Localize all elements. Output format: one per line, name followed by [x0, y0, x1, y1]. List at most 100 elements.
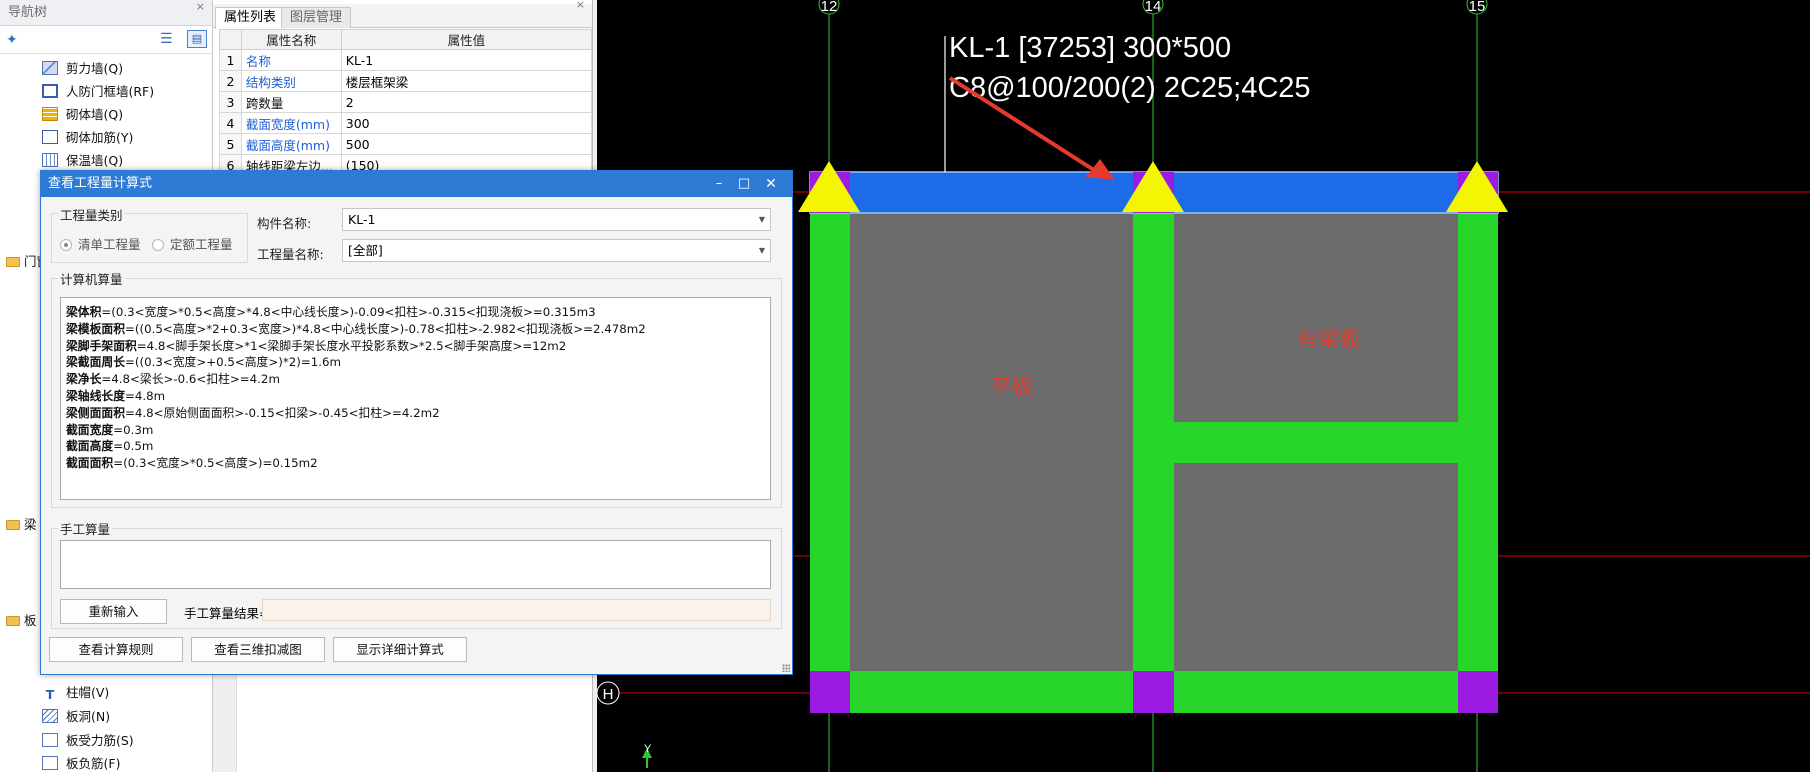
- nav-item-civil-defense-door-wall[interactable]: 人防门框墙(RF): [42, 81, 154, 103]
- nav-item-insulation-wall[interactable]: 保温墙(Q): [42, 150, 123, 172]
- reenter-button[interactable]: 重新输入: [60, 599, 167, 624]
- sparkle-add-icon[interactable]: ✦: [6, 32, 18, 48]
- dialog-title: 查看工程量计算式: [48, 176, 153, 191]
- masonry-rebar-icon: [42, 130, 58, 144]
- slab-ribbed-upper[interactable]: [1174, 212, 1458, 422]
- show-detail-formula-button[interactable]: 显示详细计算式: [333, 637, 467, 662]
- manual-result-field: [262, 599, 771, 621]
- nav-item-masonry-rebar[interactable]: 砌体加筋(Y): [42, 127, 133, 149]
- view-quantity-formula-dialog: 查看工程量计算式 – □ ✕ 工程量类别 清单工程量 定额工程量 构件名称: K…: [40, 170, 793, 675]
- list-item: 梁轴线长度=4.8m: [66, 388, 166, 403]
- close-icon[interactable]: ✕: [758, 171, 784, 197]
- table-row[interactable]: 1 名称 KL-1: [219, 49, 592, 71]
- radio-unchecked-icon: [152, 239, 164, 251]
- radio-quota-quantity[interactable]: 定额工程量: [152, 236, 233, 254]
- quantity-name-select[interactable]: [全部] ▼: [342, 239, 771, 262]
- view-3d-deduction-button[interactable]: 查看三维扣减图: [191, 637, 325, 662]
- list-item: 截面面积=(0.3<宽度>*0.5<高度>)=0.15m2: [66, 456, 318, 471]
- panel-view-icon[interactable]: ▤: [187, 30, 207, 48]
- slab-negative-rebar-icon: [42, 756, 58, 770]
- radio-checked-icon: [60, 239, 72, 251]
- nav-item-slab-hole[interactable]: 板洞(N): [42, 706, 110, 728]
- tab-layer-management[interactable]: 图层管理: [281, 7, 352, 28]
- axis-label-h: H: [603, 686, 614, 703]
- beam-secondary[interactable]: [1174, 422, 1458, 463]
- list-item: 梁侧面面积=4.8<原始侧面面积>-0.15<扣梁>-0.45<扣柱>=4.2m…: [66, 405, 440, 420]
- component-name-select[interactable]: KL-1 ▼: [342, 208, 771, 231]
- masonry-wall-icon: [42, 107, 58, 121]
- manual-result-label: 手工算量结果=: [184, 606, 270, 621]
- slab-label-flat: 平板: [991, 375, 1033, 399]
- slab-stress-rebar-icon: [42, 733, 58, 747]
- nav-item-shear-wall[interactable]: 剪力墙(Q): [42, 58, 123, 80]
- table-row[interactable]: 2 结构类别 楼层框架梁: [219, 70, 592, 92]
- civil-defense-door-icon: [42, 84, 58, 98]
- folder-icon: [6, 616, 20, 626]
- property-table: 属性名称 属性值 1 名称 KL-1 2 结构类别 楼层框架梁 3 跨数量 2 …: [219, 29, 592, 176]
- beam-annotation-line1[interactable]: KL-1 [37253] 300*500: [949, 32, 1231, 64]
- list-item: 梁净长=4.8<梁长>-0.6<扣柱>=4.2m: [66, 372, 280, 387]
- list-item: 梁截面周长=((0.3<宽度>+0.5<高度>)*2)=1.6m: [66, 355, 341, 370]
- property-tabs: 属性列表 图层管理 ×: [213, 0, 592, 29]
- list-item: 截面高度=0.5m: [66, 439, 154, 454]
- folder-icon: [6, 257, 20, 267]
- nav-item-slab-stress-rebar[interactable]: 板受力筋(S): [42, 730, 134, 752]
- nav-item-slab-negative-rebar[interactable]: 板负筋(F): [42, 753, 120, 772]
- property-close-icon[interactable]: ×: [576, 0, 585, 11]
- table-row[interactable]: 4 截面宽度(mm) 300: [219, 112, 592, 134]
- axis-label-12: 12: [821, 0, 838, 15]
- minimize-icon[interactable]: –: [706, 171, 732, 197]
- header-num: [219, 29, 242, 50]
- dialog-titlebar[interactable]: 查看工程量计算式: [41, 171, 792, 197]
- manual-calc-input[interactable]: [60, 540, 771, 589]
- list-item: 梁体积=(0.3<宽度>*0.5<高度>*4.8<中心线长度>)-0.09<扣柱…: [66, 305, 596, 319]
- property-lower-area: [213, 672, 592, 772]
- quantity-type-label: 工程量类别: [58, 205, 125, 224]
- list-item: 梁脚手架面积=4.8<脚手架长度>*1<梁脚手架长度水平投影系数>*2.5<脚手…: [66, 338, 567, 353]
- property-header-row: 属性名称 属性值: [219, 29, 592, 50]
- chevron-down-icon: ▼: [758, 215, 765, 224]
- nav-close-icon[interactable]: ×: [196, 0, 205, 20]
- nav-group-slab[interactable]: 板: [6, 611, 37, 631]
- row-number-strip: [213, 673, 237, 772]
- beam-annotation-line2[interactable]: C8@100/200(2) 2C25;4C25: [949, 72, 1311, 104]
- column-bottom-right[interactable]: [1458, 671, 1498, 713]
- beam-right[interactable]: [1458, 205, 1498, 713]
- computer-calc-formula-box[interactable]: 梁体积=(0.3<宽度>*0.5<高度>*4.8<中心线长度>)-0.09<扣柱…: [60, 297, 771, 500]
- manual-calc-label: 手工算量: [58, 519, 113, 538]
- component-name-label: 构件名称:: [257, 216, 312, 231]
- computer-calc-label: 计算机算量: [58, 269, 125, 288]
- nav-group-beam[interactable]: 梁: [6, 515, 37, 535]
- list-item: 截面宽度=0.3m: [66, 422, 154, 437]
- header-property-value: 属性值: [340, 29, 592, 50]
- list-view-icon[interactable]: ☰: [160, 31, 173, 47]
- insulation-wall-icon: [42, 153, 58, 167]
- chevron-down-icon: ▼: [758, 246, 765, 255]
- nav-title: 导航树 ×: [0, 0, 212, 26]
- nav-item-column-cap[interactable]: T 柱帽(V): [42, 682, 110, 704]
- maximize-icon[interactable]: □: [731, 171, 757, 197]
- view-calc-rules-button[interactable]: 查看计算规则: [49, 637, 183, 662]
- beam-middle[interactable]: [1133, 205, 1174, 713]
- shear-wall-icon: [42, 61, 58, 75]
- slab-ribbed-lower[interactable]: [1174, 463, 1458, 671]
- column-bottom-left[interactable]: [810, 671, 850, 713]
- column-bottom-middle[interactable]: [1133, 671, 1174, 713]
- table-row[interactable]: 3 跨数量 2: [219, 91, 592, 113]
- beam-left[interactable]: [810, 205, 850, 713]
- nav-title-text: 导航树: [8, 5, 48, 20]
- radio-list-quantity[interactable]: 清单工程量: [60, 236, 141, 254]
- slab-flat[interactable]: [850, 212, 1133, 671]
- slab-label-ribbed: 有梁板: [1297, 327, 1360, 351]
- tab-property-list[interactable]: 属性列表: [215, 7, 286, 29]
- quantity-name-label: 工程量名称:: [257, 247, 324, 262]
- table-row[interactable]: 5 截面高度(mm) 500: [219, 133, 592, 155]
- slab-hole-icon: [42, 709, 58, 723]
- column-cap-icon: T: [45, 687, 55, 702]
- resize-grip-icon[interactable]: [782, 664, 790, 672]
- axis-label-15: 15: [1469, 0, 1486, 15]
- header-property-name: 属性名称: [240, 29, 342, 50]
- nav-toolbar: ✦ ☰ ▤: [0, 26, 212, 54]
- nav-item-masonry-wall[interactable]: 砌体墙(Q): [42, 104, 123, 126]
- list-item: 梁模板面积=((0.5<高度>*2+0.3<宽度>)*4.8<中心线长度>)-0…: [66, 321, 646, 336]
